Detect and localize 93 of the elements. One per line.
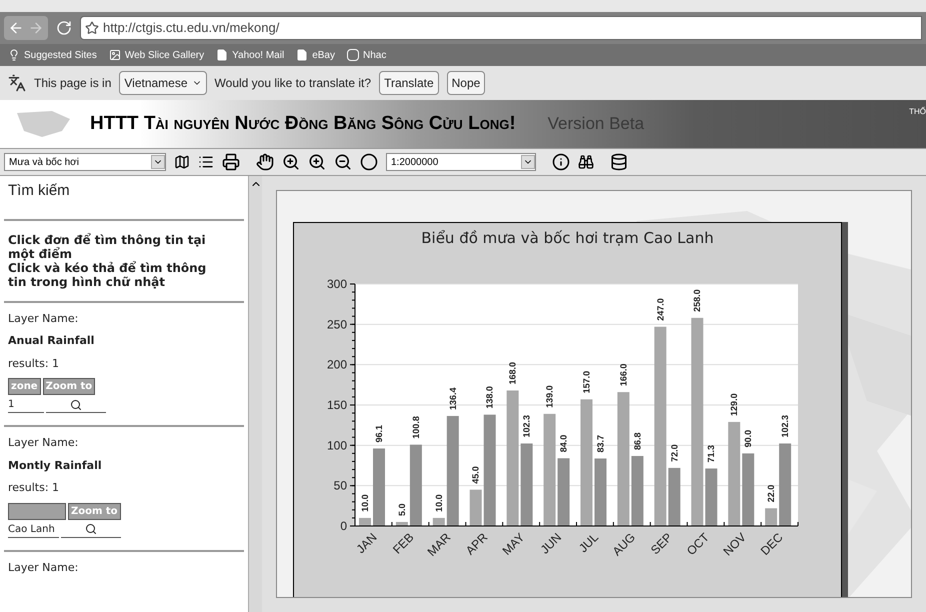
bookmark-link[interactable]: Nhac (363, 48, 386, 62)
data-label: 100.8 (410, 416, 421, 439)
site-title: HTTT Tài nguyên Nước Đồng Băng Sông Cửu Long! (90, 112, 516, 136)
results-count: results: 1 (8, 356, 60, 372)
y-tick-label: 250 (326, 317, 347, 332)
database-icon[interactable] (610, 153, 628, 171)
data-label: 139.0 (544, 385, 555, 408)
layer-label: Layer Name: (8, 310, 80, 326)
bookmark-link[interactable]: Yahoo! Mail (232, 48, 284, 62)
x-tick-label: JUL (576, 530, 602, 556)
translate-question: Would you like to translate it? (214, 75, 372, 92)
table-cell-text: 1 (8, 398, 14, 412)
data-label: 71.3 (706, 444, 716, 462)
data-label: 157.0 (582, 370, 592, 394)
data-label: 129.0 (729, 393, 740, 416)
bookmark-link[interactable]: Suggested Sites (24, 48, 97, 62)
data-label: 83.7 (596, 434, 606, 452)
bookmark-star-icon[interactable] (85, 21, 99, 35)
y-tick-label: 300 (326, 277, 347, 291)
x-tick-label: JAN (354, 530, 380, 556)
reload-icon[interactable] (56, 20, 72, 36)
print-icon[interactable] (222, 153, 240, 171)
bar (594, 458, 606, 526)
layer-name: Montly Rainfall (8, 458, 103, 474)
slice-icon (108, 49, 121, 61)
address-bar[interactable]: http://ctgis.ctu.edu.vn/mekong/ (80, 16, 922, 40)
page-icon (296, 49, 308, 61)
data-label: 102.3 (780, 414, 790, 438)
translate-icon (8, 74, 26, 92)
column-header: Zoom to (68, 502, 121, 520)
table-cell-text: Cao Lanh (8, 522, 55, 536)
data-label: 258.0 (692, 289, 702, 312)
page-icon (216, 49, 228, 61)
zoom-in-icon[interactable] (308, 153, 326, 171)
layer-name: Anual Rainfall (8, 333, 96, 349)
data-label: 86.8 (632, 432, 642, 450)
y-tick-label: 0 (340, 519, 347, 533)
zoom-to-icon[interactable] (70, 398, 82, 410)
list-icon[interactable] (198, 154, 214, 170)
layer-label: Layer Name: (8, 435, 80, 451)
bookmark-link[interactable]: Web Slice Gallery (124, 48, 204, 62)
back-icon[interactable] (8, 20, 24, 36)
bookmark-link[interactable]: eBay (312, 48, 335, 62)
y-tick-label: 150 (326, 398, 347, 412)
instruction-text: Click đơn để tìm thông tin tại một điểm (8, 232, 207, 260)
header-menu-text[interactable]: THỐ (909, 106, 926, 118)
data-label: 247.0 (655, 298, 666, 321)
data-label: 72.0 (669, 444, 680, 462)
chart-title: Biểu đồ mưa và bốc hơi trạm Cao Lanh (420, 228, 715, 249)
data-label: 138.0 (484, 386, 495, 409)
sidebar-title: Tìm kiếm (7, 181, 71, 201)
results-count: results: 1 (8, 480, 60, 496)
zoom-box-icon[interactable] (282, 153, 300, 171)
translate-prefix: This page is in (34, 75, 112, 92)
zoom-out-icon[interactable] (334, 153, 352, 171)
y-tick-label: 50 (334, 478, 347, 493)
data-label: 45.0 (470, 466, 481, 484)
column-header: Zoom to (42, 378, 96, 395)
data-label: 136.4 (448, 387, 458, 410)
bar (558, 458, 570, 526)
y-tick-label: 200 (326, 358, 347, 372)
data-label: 168.0 (508, 362, 518, 384)
bar (765, 508, 778, 526)
scrollbar[interactable] (248, 176, 262, 612)
data-label: 84.0 (558, 434, 569, 452)
instruction-text: Click và kéo thả để tìm thông tin trong hình chữ nhật (8, 260, 208, 288)
data-label: 90.0 (743, 430, 754, 448)
data-label: 22.0 (766, 484, 776, 502)
zoom-to-icon[interactable] (84, 523, 97, 535)
info-icon[interactable] (552, 153, 570, 171)
layer-label: Layer Name: (8, 560, 80, 576)
url-text: http://ctgis.ctu.edu.vn/mekong/ (103, 19, 280, 38)
column-header (8, 502, 66, 520)
data-label: 102.3 (522, 414, 532, 438)
column-header: zone (8, 378, 41, 395)
bar (705, 468, 718, 526)
bulb-icon (8, 49, 20, 61)
pan-icon[interactable] (256, 153, 274, 171)
map-icon[interactable] (174, 154, 190, 170)
v-icon (347, 49, 359, 61)
translate-bar-button[interactable]: Nope (446, 71, 486, 95)
data-label: 10.0 (360, 494, 370, 512)
binoculars-icon[interactable] (578, 154, 594, 170)
translate-bar-button[interactable]: Translate (379, 71, 439, 95)
y-tick-label: 100 (326, 438, 347, 452)
data-label: 96.1 (374, 424, 384, 442)
data-label: 5.0 (396, 503, 407, 516)
data-label: 10.0 (434, 494, 444, 512)
data-label: 166.0 (618, 364, 628, 386)
scale-select[interactable]: 1:2000000 (386, 153, 536, 171)
bar (396, 522, 408, 526)
layer-select[interactable]: Mưa và bốc hơi (4, 153, 166, 171)
language-select[interactable]: Vietnamese (119, 71, 207, 95)
